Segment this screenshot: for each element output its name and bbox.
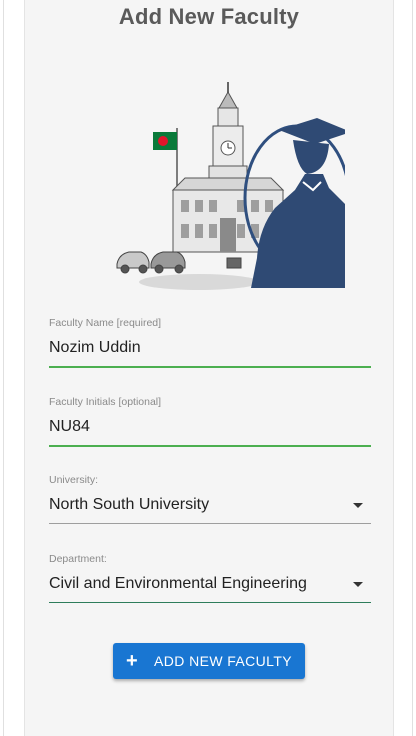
department-select[interactable]: Department: Civil and Environmental Engi… [49, 552, 371, 603]
frame-border-left [3, 0, 4, 736]
add-new-faculty-button[interactable]: + ADD NEW FACULTY [113, 643, 305, 679]
department-label: Department: [49, 553, 107, 565]
caret-down-icon[interactable] [353, 582, 363, 587]
form-card: Add New Faculty Faculty Name [required] … [24, 0, 394, 736]
department-select-value[interactable]: Civil and Environmental Engineering [49, 566, 371, 603]
department-selected-text: Civil and Environmental Engineering [49, 575, 307, 592]
add-new-faculty-label: ADD NEW FACULTY [154, 653, 293, 669]
page-title: Add New Faculty [118, 4, 300, 29]
faculty-name-field[interactable]: Faculty Name [required] Nozim Uddin [49, 316, 371, 368]
university-graduate-illustration [116, 82, 345, 290]
faculty-initials-input[interactable]: NU84 [49, 409, 371, 447]
plus-icon: + [125, 650, 139, 672]
caret-down-icon[interactable] [353, 503, 363, 508]
faculty-initials-label: Faculty Initials [optional] [49, 396, 162, 408]
university-selected-text: North South University [49, 496, 210, 513]
university-label: University: [49, 474, 99, 486]
university-select[interactable]: University: North South University [49, 473, 371, 524]
frame-border-right [412, 0, 413, 736]
faculty-name-label: Faculty Name [required] [49, 317, 162, 329]
faculty-initials-field[interactable]: Faculty Initials [optional] NU84 [49, 395, 371, 447]
university-select-value[interactable]: North South University [49, 487, 371, 524]
faculty-name-input[interactable]: Nozim Uddin [49, 330, 371, 368]
